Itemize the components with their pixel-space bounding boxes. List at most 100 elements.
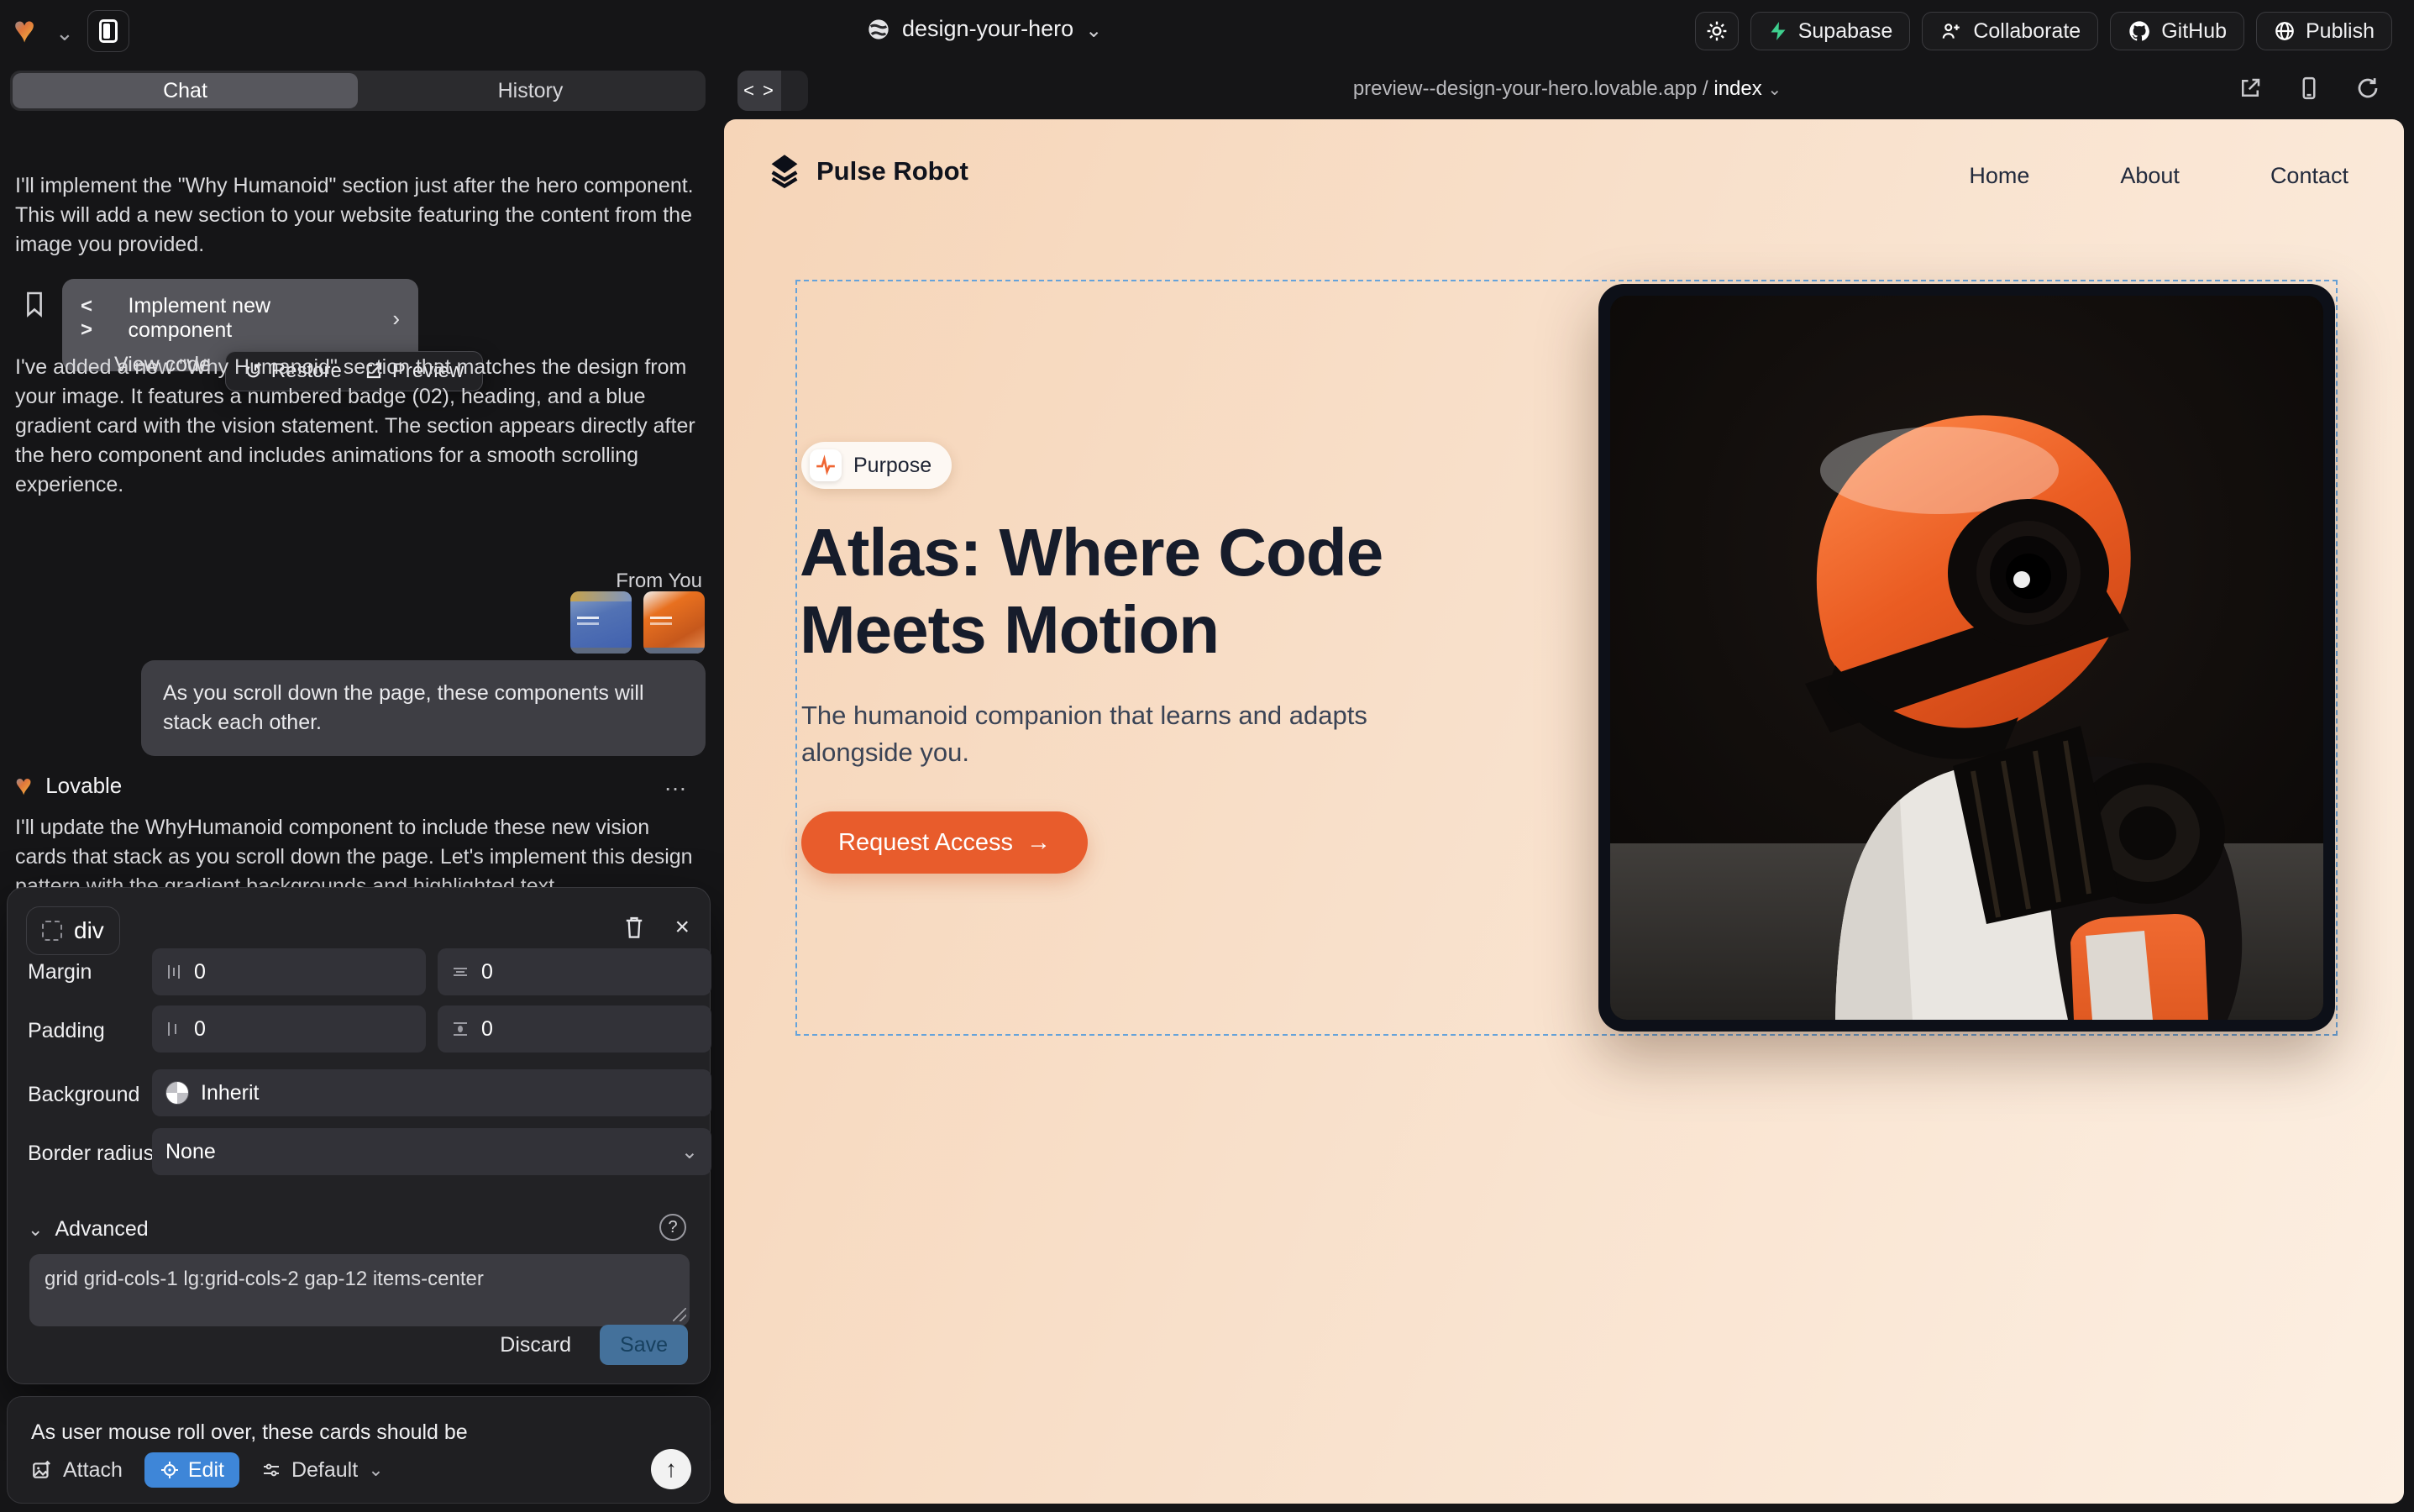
background-label: Background: [28, 1083, 139, 1107]
assistant-message-1: I'll implement the "Why Humanoid" sectio…: [15, 171, 697, 260]
padding-horizontal-icon: [165, 1020, 182, 1038]
help-icon[interactable]: ?: [659, 1214, 686, 1241]
github-button[interactable]: GitHub: [2110, 12, 2244, 50]
publish-button[interactable]: Publish: [2256, 12, 2392, 50]
settings-button[interactable]: [1695, 12, 1739, 50]
refresh-button[interactable]: [2355, 76, 2380, 101]
close-inspector-button[interactable]: ×: [674, 913, 690, 942]
hero-heading-line2: Meets Motion: [800, 591, 1383, 669]
preview-url[interactable]: preview--design-your-hero.lovable.app / …: [721, 77, 2414, 101]
collaborate-button[interactable]: Collaborate: [1922, 12, 2098, 50]
globe-icon: [867, 18, 890, 41]
supabase-button[interactable]: Supabase: [1750, 12, 1911, 50]
mobile-view-button[interactable]: [2296, 76, 2322, 101]
selected-element-tag: div: [74, 917, 104, 944]
margin-x-input[interactable]: 0: [152, 948, 426, 995]
attach-image-icon: [31, 1459, 53, 1481]
model-mode-selector[interactable]: Default ⌄: [261, 1458, 384, 1483]
lovable-logo-icon[interactable]: ♥: [13, 8, 35, 52]
attach-button[interactable]: Attach: [31, 1458, 123, 1483]
component-card-title: Implement new component: [129, 294, 380, 343]
advanced-chevron-down-icon: ⌄: [28, 1219, 43, 1241]
top-bar: ♥ ⌄ design-your-hero ⌄: [0, 0, 2414, 62]
element-inspector-panel: div × Margin 0 0 Padding 0: [7, 887, 711, 1384]
padding-y-input[interactable]: 0: [438, 1005, 711, 1053]
nav-link-contact[interactable]: Contact: [2270, 163, 2348, 189]
margin-y-value: 0: [481, 960, 493, 984]
hero-subtitle: The humanoid companion that learns and a…: [801, 697, 1367, 771]
pulse-activity-icon: [810, 449, 842, 481]
purpose-badge-label: Purpose: [853, 454, 931, 478]
border-radius-select[interactable]: None ⌄: [152, 1128, 711, 1175]
supabase-icon: [1768, 20, 1788, 42]
advanced-label: Advanced: [55, 1217, 148, 1242]
app-window: ♥ ⌄ design-your-hero ⌄: [0, 0, 2414, 1512]
select-chevron-down-icon: ⌄: [681, 1140, 698, 1164]
project-switcher[interactable]: design-your-hero ⌄: [867, 15, 1102, 43]
margin-horizontal-icon: [165, 963, 182, 981]
textarea-resize-handle[interactable]: [673, 1308, 686, 1321]
padding-label: Padding: [28, 1019, 105, 1043]
padding-vertical-icon: [451, 1020, 470, 1038]
background-input[interactable]: Inherit: [152, 1069, 711, 1116]
tailwind-classes-textarea[interactable]: grid grid-cols-1 lg:grid-cols-2 gap-12 i…: [29, 1254, 690, 1326]
send-button[interactable]: ↑: [651, 1449, 691, 1489]
element-outline-icon: [42, 921, 62, 941]
sliders-icon: [261, 1460, 281, 1480]
site-brand-name: Pulse Robot: [816, 156, 968, 186]
target-icon: [160, 1460, 180, 1480]
attach-label: Attach: [63, 1458, 123, 1483]
margin-vertical-icon: [451, 963, 470, 980]
mode-chevron-down-icon: ⌄: [368, 1459, 383, 1481]
site-brand[interactable]: Pulse Robot: [766, 153, 968, 190]
assistant-message-2: I've added a new "Why Humanoid" section …: [15, 353, 697, 500]
mode-label: Default: [291, 1458, 358, 1483]
edit-label: Edit: [188, 1458, 224, 1483]
collaborate-label: Collaborate: [1973, 19, 2081, 44]
logo-chevron-down-icon[interactable]: ⌄: [55, 20, 74, 46]
request-access-button[interactable]: Request Access →: [801, 811, 1088, 874]
padding-y-value: 0: [481, 1017, 493, 1042]
delete-element-button[interactable]: [622, 915, 646, 940]
purpose-badge: Purpose: [801, 442, 952, 489]
margin-label: Margin: [28, 960, 92, 984]
tab-history[interactable]: History: [358, 73, 703, 108]
site-header: Pulse Robot Home About Contact: [724, 119, 2404, 220]
save-button[interactable]: Save: [600, 1325, 688, 1365]
padding-x-value: 0: [194, 1017, 206, 1042]
top-bar-actions: Supabase Collaborate GitHub: [1695, 12, 2392, 50]
open-in-new-tab-button[interactable]: [2238, 76, 2263, 101]
nav-link-home[interactable]: Home: [1969, 163, 2029, 189]
advanced-section-toggle[interactable]: ⌄ Advanced: [28, 1217, 149, 1242]
message-more-icon[interactable]: …: [664, 769, 689, 796]
attachment-thumbnail-blue[interactable]: [570, 591, 632, 654]
hero-subtitle-line1: The humanoid companion that learns and a…: [801, 697, 1367, 734]
url-separator: /: [1703, 77, 1708, 100]
bookmark-icon[interactable]: [24, 291, 45, 318]
pulse-robot-logo-icon: [766, 153, 803, 190]
preview-url-page: index: [1708, 77, 1762, 100]
tab-chat[interactable]: Chat: [13, 73, 358, 108]
site-preview: Pulse Robot Home About Contact Purpose A…: [724, 119, 2404, 1504]
background-value: Inherit: [201, 1081, 259, 1105]
assistant-header: ♥ Lovable: [15, 769, 122, 802]
gear-icon: [1706, 20, 1728, 42]
chevron-right-icon: ›: [392, 306, 400, 332]
border-radius-value: None: [165, 1140, 216, 1164]
chat-history-tabs: Chat History: [10, 71, 706, 111]
chat-composer[interactable]: As user mouse roll over, these cards sho…: [7, 1396, 711, 1504]
discard-button[interactable]: Discard: [500, 1333, 571, 1357]
collaborate-people-icon: [1939, 20, 1963, 42]
sidebar-panel-icon: [99, 19, 118, 43]
github-label: GitHub: [2161, 19, 2227, 44]
hero-robot-card: [1598, 284, 2335, 1032]
padding-x-input[interactable]: 0: [152, 1005, 426, 1053]
attachment-thumbnail-orange[interactable]: [643, 591, 705, 654]
edit-mode-button[interactable]: Edit: [144, 1452, 239, 1488]
margin-y-input[interactable]: 0: [438, 948, 711, 995]
selected-element-chip[interactable]: div: [26, 906, 120, 955]
composer-draft-text[interactable]: As user mouse roll over, these cards sho…: [31, 1420, 468, 1445]
nav-link-about[interactable]: About: [2120, 163, 2180, 189]
border-radius-label: Border radius: [28, 1142, 154, 1166]
sidebar-toggle-button[interactable]: [87, 10, 129, 52]
